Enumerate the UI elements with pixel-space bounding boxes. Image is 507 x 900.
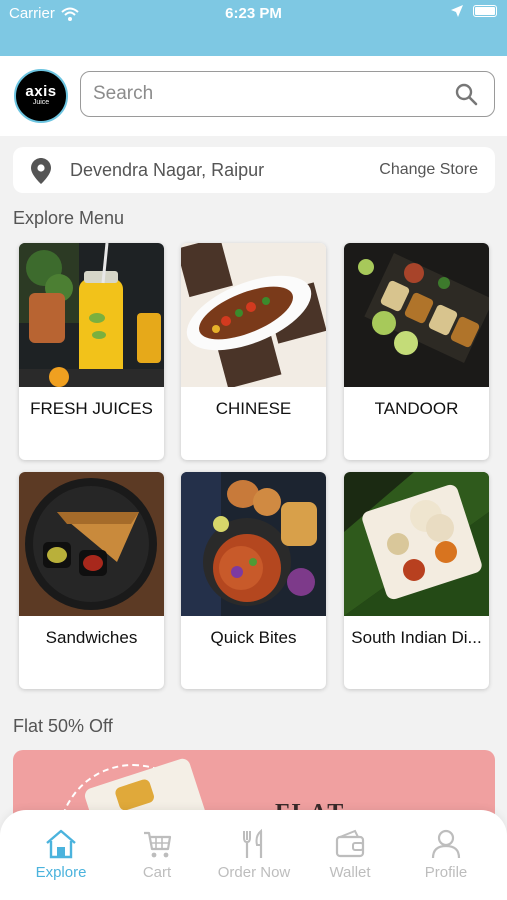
menu-card-tandoor[interactable]: TANDOOR [344, 243, 489, 460]
tab-cart[interactable]: Cart [107, 828, 207, 881]
menu-card-label: CHINESE [215, 399, 292, 418]
menu-card-south-indian[interactable]: South Indian Di... [344, 472, 489, 689]
bottom-tab-bar: Explore Cart Order Now Wallet Profile [0, 810, 507, 900]
tab-label: Wallet [329, 864, 371, 881]
tab-label: Cart [142, 864, 172, 881]
menu-card-label: South Indian Di... [351, 628, 482, 647]
quick-bites-photo [181, 472, 326, 616]
explore-menu-title: Explore Menu [13, 208, 125, 228]
search-icon[interactable] [454, 82, 478, 106]
menu-card-label: Sandwiches [45, 628, 138, 647]
fresh-juices-photo [19, 243, 164, 387]
menu-card-quick-bites[interactable]: Quick Bites [181, 472, 326, 689]
search-box[interactable] [80, 71, 495, 117]
tandoor-photo [344, 243, 489, 387]
tab-order-now[interactable]: Order Now [204, 828, 304, 881]
menu-card-label: FRESH JUICES [30, 399, 153, 418]
store-location-bar: Devendra Nagar, Raipur Change Store [13, 147, 495, 193]
home-icon [46, 829, 76, 859]
tab-label: Profile [424, 864, 468, 881]
tab-label: Explore [35, 864, 87, 881]
tab-profile[interactable]: Profile [396, 828, 496, 881]
menu-card-sandwiches[interactable]: Sandwiches [19, 472, 164, 689]
logo-text: axis [25, 83, 57, 100]
menu-card-label: TANDOOR [374, 399, 459, 418]
status-right [451, 5, 497, 17]
fork-knife-icon [243, 828, 263, 858]
store-address: Devendra Nagar, Raipur [70, 160, 265, 180]
location-arrow-icon [451, 5, 463, 17]
change-store-button[interactable]: Change Store [379, 161, 478, 179]
tab-label: Order Now [217, 864, 291, 881]
south-indian-photo [344, 472, 489, 616]
sandwiches-photo [19, 472, 164, 616]
search-input[interactable] [93, 78, 443, 110]
logo-subtext: Juice [32, 99, 50, 106]
tab-wallet[interactable]: Wallet [300, 828, 400, 881]
brand-logo[interactable]: axis Juice [14, 69, 68, 123]
app-screen: Carrier 6:23 PM axis Juice Search Devend… [0, 0, 507, 900]
cart-icon [144, 831, 172, 858]
menu-card-label: Quick Bites [210, 628, 297, 647]
chinese-photo [181, 243, 326, 387]
person-icon [431, 829, 461, 859]
menu-card-chinese[interactable]: CHINESE [181, 243, 326, 460]
status-bar: Carrier 6:23 PM [0, 0, 507, 56]
header: axis Juice [0, 56, 507, 136]
location-pin-icon [31, 158, 51, 184]
battery-icon [473, 5, 497, 17]
menu-card-fresh-juices[interactable]: FRESH JUICES [19, 243, 164, 460]
offer-title: Flat 50% Off [13, 716, 113, 736]
clock: 6:23 PM [225, 5, 282, 22]
tab-explore[interactable]: Explore [11, 828, 111, 881]
wallet-icon [335, 829, 365, 858]
